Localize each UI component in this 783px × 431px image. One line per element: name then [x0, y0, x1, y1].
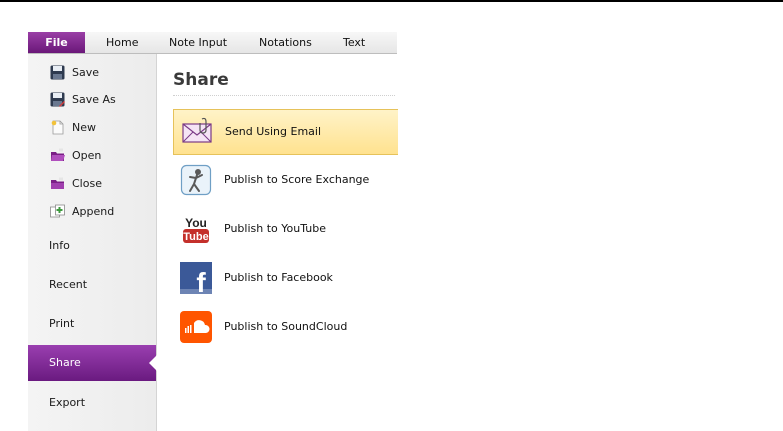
tab-home[interactable]: Home — [106, 32, 138, 53]
score-exchange-icon — [180, 164, 212, 196]
close-button[interactable]: Close — [28, 173, 156, 195]
publish-score-exchange-label: Publish to Score Exchange — [224, 173, 370, 186]
tab-notations[interactable]: Notations — [259, 32, 312, 53]
save-button[interactable]: Save — [28, 62, 156, 84]
title-divider — [173, 95, 395, 96]
new-document-icon — [51, 120, 64, 135]
sidebar-item-print[interactable]: Print — [28, 306, 156, 342]
open-label: Open — [72, 149, 102, 162]
save-as-icon — [50, 92, 65, 107]
youtube-icon: You Tube — [183, 216, 209, 243]
close-label: Close — [72, 177, 102, 190]
share-pane: Share Send Using Email Publish to Score … — [157, 54, 398, 431]
send-using-email-button[interactable]: Send Using Email — [173, 109, 398, 155]
publish-score-exchange-button[interactable]: Publish to Score Exchange — [173, 158, 397, 202]
close-folder-icon — [51, 177, 64, 189]
youtube-icon-you: You — [185, 216, 207, 230]
recent-label: Recent — [49, 278, 88, 291]
print-label: Print — [49, 317, 75, 330]
top-border-line — [0, 0, 783, 2]
facebook-icon: f — [180, 262, 212, 294]
file-backstage: File Home Note Input Notations Text Save… — [28, 32, 398, 431]
append-button[interactable]: Append — [28, 201, 156, 223]
soundcloud-icon — [180, 311, 212, 343]
sidebar-item-export[interactable]: Export — [28, 385, 156, 421]
open-button[interactable]: Open — [28, 145, 156, 167]
sidebar-item-share[interactable]: Share — [28, 345, 157, 381]
open-folder-icon — [51, 148, 65, 161]
youtube-icon-tube: Tube — [183, 231, 208, 243]
facebook-icon-letter: f — [196, 267, 206, 294]
tab-text[interactable]: Text — [343, 32, 365, 53]
append-icon — [50, 204, 65, 218]
publish-facebook-button[interactable]: f Publish to Facebook — [173, 256, 397, 300]
export-label: Export — [49, 396, 86, 409]
tab-file[interactable]: File — [28, 32, 85, 53]
new-button[interactable]: New — [28, 117, 156, 139]
backstage-sidebar: Save Save As New Open Close Append Info … — [28, 54, 157, 431]
save-as-label: Save As — [72, 93, 116, 106]
publish-youtube-label: Publish to YouTube — [224, 222, 326, 235]
email-envelope-icon — [182, 117, 212, 143]
save-label: Save — [72, 66, 100, 79]
sidebar-item-recent[interactable]: Recent — [28, 267, 156, 303]
append-label: Append — [72, 205, 115, 218]
publish-soundcloud-label: Publish to SoundCloud — [224, 320, 348, 333]
tab-note-input[interactable]: Note Input — [169, 32, 227, 53]
page-title: Share — [173, 70, 229, 90]
info-label: Info — [49, 239, 70, 252]
share-label: Share — [49, 356, 81, 369]
publish-soundcloud-button[interactable]: Publish to SoundCloud — [173, 305, 397, 349]
ribbon-tabs: File Home Note Input Notations Text — [28, 32, 397, 54]
sidebar-item-info[interactable]: Info — [28, 228, 156, 264]
send-using-email-label: Send Using Email — [225, 125, 322, 138]
publish-youtube-button[interactable]: You Tube Publish to YouTube — [173, 207, 397, 251]
save-icon — [50, 65, 65, 80]
save-as-button[interactable]: Save As — [28, 89, 156, 111]
new-label: New — [72, 121, 96, 134]
publish-facebook-label: Publish to Facebook — [224, 271, 333, 284]
